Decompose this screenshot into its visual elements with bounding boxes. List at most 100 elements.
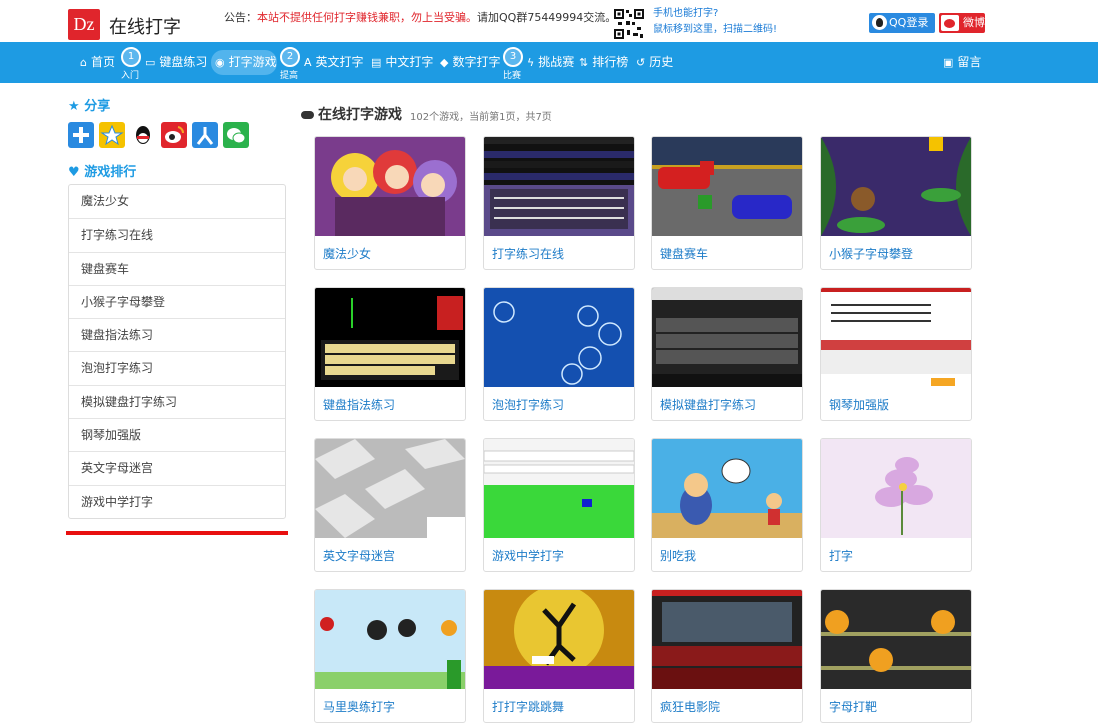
game-title[interactable]: 打打字跳跳舞 <box>492 698 564 715</box>
step-label-1: 入门 <box>121 71 140 81</box>
game-card[interactable]: 键盘赛车 <box>651 136 803 270</box>
qq-login-button[interactable]: QQ登录 <box>869 13 935 33</box>
game-title[interactable]: 小猴子字母攀登 <box>829 245 913 262</box>
game-thumbnail[interactable] <box>484 439 634 538</box>
game-thumbnail[interactable] <box>315 288 465 387</box>
game-title[interactable]: 魔法少女 <box>323 245 371 262</box>
ranking-item[interactable]: 键盘指法练习 <box>69 318 285 351</box>
nav-chinese-typing[interactable]: ▤ 中文打字 <box>371 42 433 83</box>
nav-typing-games[interactable]: ◉ 打字游戏 <box>215 42 277 83</box>
share-weibo-icon[interactable] <box>161 122 187 148</box>
mobile-prompt[interactable]: 手机也能打字? 鼠标移到这里，扫描二维码! <box>653 6 777 38</box>
share-title: 分享 <box>84 99 111 114</box>
game-card[interactable]: 魔法少女 <box>314 136 466 270</box>
game-card[interactable]: 模拟键盘打字练习 <box>651 287 803 421</box>
nav-history[interactable]: ↺ 历史 <box>636 42 673 83</box>
game-thumbnail[interactable] <box>484 590 634 689</box>
game-title[interactable]: 游戏中学打字 <box>492 547 564 564</box>
weibo-login-button[interactable]: 微博 <box>939 13 985 33</box>
history-icon: ↺ <box>636 56 646 69</box>
qr-code-icon[interactable] <box>613 8 645 40</box>
game-title[interactable]: 别吃我 <box>660 547 696 564</box>
game-title[interactable]: 泡泡打字练习 <box>492 396 564 413</box>
nav-english-typing[interactable]: A 英文打字 <box>304 42 364 83</box>
nav-home-label: 首页 <box>90 55 115 69</box>
nav-challenge[interactable]: ϟ 挑战赛 <box>527 42 574 83</box>
game-card[interactable]: 小猴子字母攀登 <box>820 136 972 270</box>
game-thumbnail[interactable] <box>821 288 971 387</box>
game-title[interactable]: 马里奥练打字 <box>323 698 395 715</box>
share-qq-icon[interactable] <box>130 122 156 148</box>
notice-bar: 公告：本站不提供任何打字赚钱兼职，勿上当受骗。请加QQ群75449994交流。 <box>224 9 616 25</box>
game-title[interactable]: 英文字母迷宫 <box>323 547 395 564</box>
nav-message-board[interactable]: ▣ 留言 <box>943 42 981 83</box>
game-card[interactable]: 键盘指法练习 <box>314 287 466 421</box>
game-title[interactable]: 打字 <box>829 547 853 564</box>
game-title[interactable]: 打字练习在线 <box>492 245 564 262</box>
game-thumbnail[interactable] <box>652 439 802 538</box>
share-more-icon[interactable] <box>68 122 94 148</box>
share-wechat-icon[interactable] <box>223 122 249 148</box>
share-qzone-icon[interactable] <box>99 122 125 148</box>
game-title[interactable]: 字母打靶 <box>829 698 877 715</box>
game-card[interactable]: 泡泡打字练习 <box>483 287 635 421</box>
game-card[interactable]: 疯狂电影院 <box>651 589 803 723</box>
star-icon: ★ <box>68 99 85 114</box>
game-thumbnail[interactable] <box>484 137 634 236</box>
game-thumbnail[interactable] <box>652 288 802 387</box>
game-thumbnail[interactable] <box>484 288 634 387</box>
ranking-item[interactable]: 泡泡打字练习 <box>69 351 285 384</box>
site-name[interactable]: 在线打字 <box>109 13 181 39</box>
nav-leaderboard[interactable]: ⇅ 排行榜 <box>579 42 628 83</box>
game-thumbnail[interactable] <box>315 137 465 236</box>
page-subtitle: 102个游戏，当前第1页，共7页 <box>410 112 552 123</box>
qq-login-label: QQ登录 <box>889 16 929 29</box>
nav-home[interactable]: ⌂ 首页 <box>80 42 115 83</box>
game-title[interactable]: 模拟键盘打字练习 <box>660 396 756 413</box>
ranking-item[interactable]: 钢琴加强版 <box>69 418 285 451</box>
ranking-list: 魔法少女 打字练习在线 键盘赛车 小猴子字母攀登 键盘指法练习 泡泡打字练习 模… <box>68 184 286 519</box>
game-card[interactable]: 字母打靶 <box>820 589 972 723</box>
heart-icon: ♥ <box>68 165 85 180</box>
cube-icon: ◆ <box>440 56 449 69</box>
ranking-item[interactable]: 打字练习在线 <box>69 218 285 251</box>
game-card[interactable]: 钢琴加强版 <box>820 287 972 421</box>
sort-icon: ⇅ <box>579 56 589 69</box>
game-title[interactable]: 键盘赛车 <box>660 245 708 262</box>
ranking-item[interactable]: 模拟键盘打字练习 <box>69 384 285 418</box>
nav-keyboard-practice[interactable]: ▭ 键盘练习 <box>145 42 207 83</box>
weibo-login-label: 微博 <box>963 16 985 29</box>
ranking-item[interactable]: 小猴子字母攀登 <box>69 284 285 318</box>
game-thumbnail[interactable] <box>652 590 802 689</box>
mobile-line-2: 鼠标移到这里，扫描二维码! <box>653 24 778 35</box>
share-renren-icon[interactable] <box>192 122 218 148</box>
game-card[interactable]: 游戏中学打字 <box>483 438 635 572</box>
game-card[interactable]: 英文字母迷宫 <box>314 438 466 572</box>
home-icon: ⌂ <box>80 56 87 69</box>
game-card[interactable]: 别吃我 <box>651 438 803 572</box>
game-thumbnail[interactable] <box>821 590 971 689</box>
ranking-item[interactable]: 英文字母迷宫 <box>69 451 285 484</box>
ranking-item[interactable]: 魔法少女 <box>69 185 285 218</box>
game-card[interactable]: 打打字跳跳舞 <box>483 589 635 723</box>
message-icon: ▣ <box>943 56 954 69</box>
top-header: Dz 在线打字 公告：本站不提供任何打字赚钱兼职，勿上当受骗。请加QQ群7544… <box>0 0 1098 42</box>
game-thumbnail[interactable] <box>315 439 465 538</box>
game-title[interactable]: 键盘指法练习 <box>323 396 395 413</box>
nav-number-typing[interactable]: ◆ 数字打字 <box>440 42 500 83</box>
ranking-item[interactable]: 键盘赛车 <box>69 251 285 285</box>
game-card[interactable]: 马里奥练打字 <box>314 589 466 723</box>
mobile-line-1: 手机也能打字? <box>653 8 719 19</box>
game-card[interactable]: 打字练习在线 <box>483 136 635 270</box>
game-thumbnail[interactable] <box>315 590 465 689</box>
game-title[interactable]: 钢琴加强版 <box>829 396 889 413</box>
step-badge-2: 2 <box>280 47 300 67</box>
page-title: 在线打字游戏 <box>301 104 402 124</box>
ranking-item[interactable]: 游戏中学打字 <box>69 484 285 518</box>
logo-icon[interactable]: Dz <box>68 9 100 40</box>
game-thumbnail[interactable] <box>821 439 971 538</box>
game-title[interactable]: 疯狂电影院 <box>660 698 720 715</box>
game-thumbnail[interactable] <box>821 137 971 236</box>
game-thumbnail[interactable] <box>652 137 802 236</box>
game-card[interactable]: 打字 <box>820 438 972 572</box>
